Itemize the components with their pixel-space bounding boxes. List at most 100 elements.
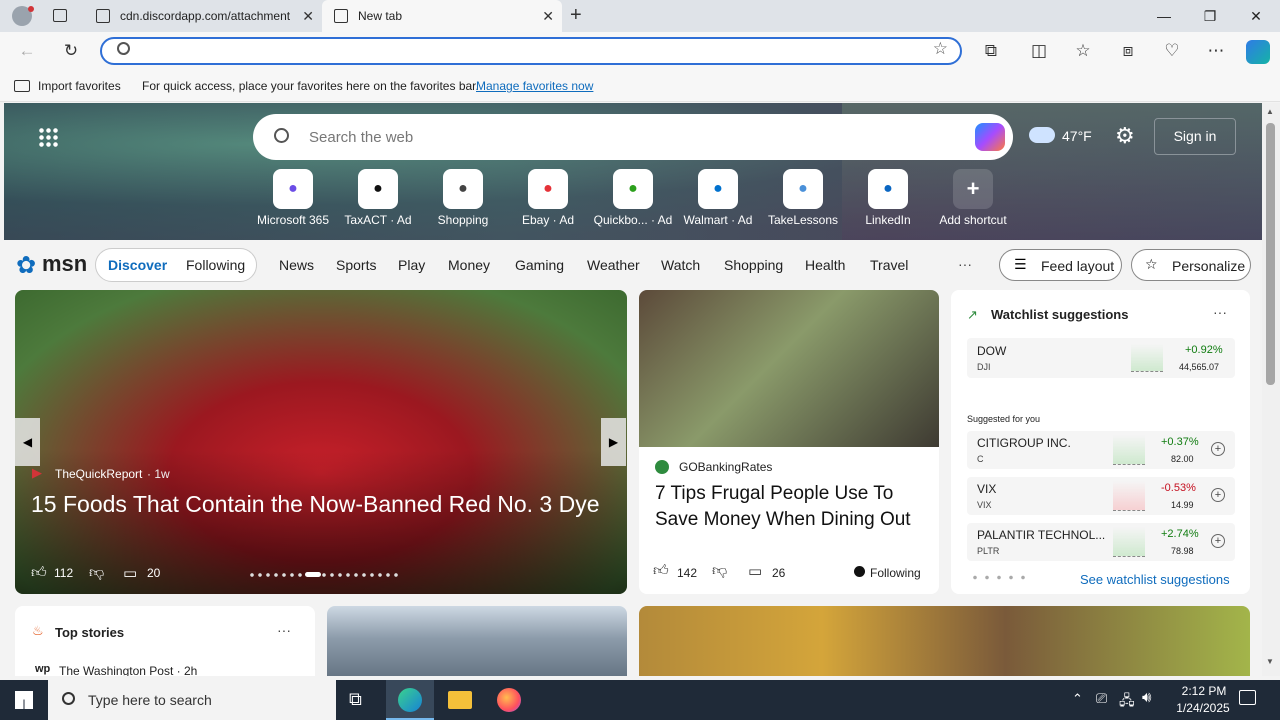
- collections-icon[interactable]: ⧈: [1117, 40, 1139, 62]
- tab-discover[interactable]: Discover: [108, 257, 167, 273]
- hero-story-card[interactable]: ◀ ▶ ▶ TheQuickReport · 1w 15 Foods That …: [15, 290, 627, 594]
- stock-row[interactable]: VIX VIX -0.53% 14.99 +: [967, 477, 1235, 515]
- notifications-icon[interactable]: [1239, 690, 1256, 705]
- tab-following[interactable]: Following: [186, 257, 245, 273]
- nav-travel[interactable]: Travel: [870, 257, 908, 273]
- story-title[interactable]: 7 Tips Frugal People Use To Save Money W…: [655, 481, 927, 533]
- settings-more-icon[interactable]: ⋯: [1205, 40, 1227, 62]
- scroll-up-icon[interactable]: ▲: [1266, 107, 1274, 116]
- clock-date[interactable]: 1/24/2025: [1170, 701, 1236, 715]
- network-icon[interactable]: 🖧︎: [1119, 690, 1135, 714]
- shortcut-takelessons[interactable]: ● TakeLessons: [758, 169, 848, 227]
- shortcut-microsoft365[interactable]: ● Microsoft 365: [248, 169, 338, 227]
- shortcut-quickbooks[interactable]: ● Quickbo... · Ad: [588, 169, 678, 227]
- see-watchlist-link[interactable]: See watchlist suggestions: [1080, 572, 1230, 587]
- volume-icon[interactable]: 🔊︎: [1142, 689, 1151, 706]
- clock-time[interactable]: 2:12 PM: [1174, 684, 1234, 698]
- like-icon[interactable]: 👍︎: [31, 564, 47, 582]
- shortcut-ebay[interactable]: ● Ebay · Ad: [503, 169, 593, 227]
- top-stories-more-button[interactable]: ···: [277, 622, 291, 638]
- favorites-icon[interactable]: ☆: [1072, 40, 1094, 62]
- watchlist-main-row[interactable]: DOW DJI +0.92% 44,565.07: [967, 338, 1235, 378]
- nav-news[interactable]: News: [279, 257, 314, 273]
- tray-chevron-icon[interactable]: ⌃: [1072, 691, 1083, 707]
- carousel-prev-button[interactable]: ◀: [15, 418, 40, 466]
- scroll-down-icon[interactable]: ▼: [1266, 657, 1274, 666]
- stock-row[interactable]: CITIGROUP INC. C +0.37% 82.00 +: [967, 431, 1235, 469]
- nav-gaming[interactable]: Gaming: [515, 257, 564, 273]
- close-tab-icon[interactable]: ✕: [302, 8, 314, 25]
- scroll-thumb[interactable]: [1266, 123, 1275, 385]
- add-stock-icon[interactable]: +: [1211, 488, 1225, 502]
- manage-favorites-link[interactable]: Manage favorites now: [476, 79, 593, 93]
- favorite-star-icon[interactable]: ☆: [933, 39, 948, 59]
- firefox-icon[interactable]: [497, 688, 521, 712]
- shortcut-plus[interactable]: + Add shortcut: [928, 169, 1018, 227]
- tray-device-icon[interactable]: ⎚: [1096, 690, 1107, 707]
- shortcut-shopping-tag[interactable]: ● Shopping: [418, 169, 508, 227]
- address-bar[interactable]: ☆: [100, 37, 962, 65]
- taskbar-search-box[interactable]: Type here to search: [48, 680, 336, 720]
- msn-brand[interactable]: msn: [42, 251, 87, 277]
- extensions-icon[interactable]: ⧉: [980, 40, 1002, 62]
- new-tab-button[interactable]: +: [570, 4, 582, 27]
- nav-play[interactable]: Play: [398, 257, 425, 273]
- minimize-button[interactable]: —: [1141, 4, 1187, 28]
- shortcut-linkedin[interactable]: ● LinkedIn: [843, 169, 933, 227]
- nav-shopping[interactable]: Shopping: [724, 257, 783, 273]
- copilot-icon[interactable]: [975, 123, 1005, 151]
- task-view-icon[interactable]: ⧉: [349, 689, 362, 710]
- weather-temperature[interactable]: 47°F: [1062, 128, 1092, 144]
- windows-start-icon[interactable]: [15, 691, 33, 709]
- address-input[interactable]: [148, 42, 908, 60]
- top-stories-source[interactable]: The Washington Post · 2h: [59, 664, 197, 676]
- following-label[interactable]: Following: [870, 566, 921, 580]
- carousel-next-button[interactable]: ▶: [601, 418, 626, 466]
- nav-weather[interactable]: Weather: [587, 257, 640, 273]
- browser-essentials-icon[interactable]: ♡: [1161, 40, 1183, 62]
- shortcut-taxact[interactable]: ● TaxACT · Ad: [333, 169, 423, 227]
- page-scrollbar[interactable]: ▲ ▼: [1262, 103, 1280, 676]
- watchlist-pager-dots[interactable]: [969, 575, 1025, 580]
- nav-watch[interactable]: Watch: [661, 257, 700, 273]
- feed-layout-button[interactable]: ☰ Feed layout: [999, 249, 1122, 281]
- corn-story-card[interactable]: [639, 606, 1250, 676]
- tab-actions-icon[interactable]: [53, 9, 67, 22]
- nav-health[interactable]: Health: [805, 257, 845, 273]
- add-stock-icon[interactable]: +: [1211, 442, 1225, 456]
- import-favorites-button[interactable]: Import favorites: [38, 79, 121, 93]
- comment-icon[interactable]: ▭: [748, 562, 762, 580]
- like-icon[interactable]: 👍︎: [653, 562, 669, 580]
- story-card[interactable]: GOBankingRates 7 Tips Frugal People Use …: [639, 290, 939, 594]
- hero-title[interactable]: 15 Foods That Contain the Now-Banned Red…: [31, 488, 611, 520]
- file-explorer-icon[interactable]: [448, 691, 472, 709]
- tab-discord[interactable]: cdn.discordapp.com/attachment ✕: [84, 0, 322, 32]
- dislike-icon[interactable]: 👎︎: [89, 564, 104, 582]
- split-screen-icon[interactable]: ◫: [1028, 40, 1050, 62]
- weather-icon[interactable]: [1029, 127, 1055, 143]
- apps-grid-icon[interactable]: [38, 127, 58, 147]
- watchlist-more-button[interactable]: ···: [1213, 304, 1227, 320]
- nav-money[interactable]: Money: [448, 257, 490, 273]
- refresh-icon[interactable]: ↻: [60, 40, 82, 62]
- more-nav-button[interactable]: ···: [958, 256, 972, 272]
- stock-row[interactable]: PALANTIR TECHNOL... PLTR +2.74% 78.98 +: [967, 523, 1235, 561]
- tab-new-tab[interactable]: New tab ✕: [322, 0, 562, 32]
- dislike-icon[interactable]: 👎︎: [712, 562, 727, 580]
- add-stock-icon[interactable]: +: [1211, 534, 1225, 548]
- carousel-dots[interactable]: [248, 572, 398, 578]
- hero-source[interactable]: TheQuickReport: [55, 467, 142, 481]
- restore-button[interactable]: ❐: [1187, 4, 1233, 28]
- back-icon[interactable]: ←: [16, 40, 38, 62]
- shortcut-walmart[interactable]: ● Walmart · Ad: [673, 169, 763, 227]
- gear-icon[interactable]: ⚙: [1115, 123, 1135, 149]
- web-search-box[interactable]: Search the web: [253, 114, 1013, 160]
- comment-icon[interactable]: ▭: [123, 564, 137, 582]
- city-story-card[interactable]: [327, 606, 627, 676]
- nav-sports[interactable]: Sports: [336, 257, 376, 273]
- close-window-button[interactable]: ✕: [1233, 4, 1279, 28]
- story-source[interactable]: GOBankingRates: [679, 460, 772, 474]
- edge-taskbar-icon[interactable]: [386, 680, 434, 720]
- sign-in-button[interactable]: Sign in: [1154, 118, 1236, 155]
- close-tab-icon[interactable]: ✕: [542, 8, 554, 25]
